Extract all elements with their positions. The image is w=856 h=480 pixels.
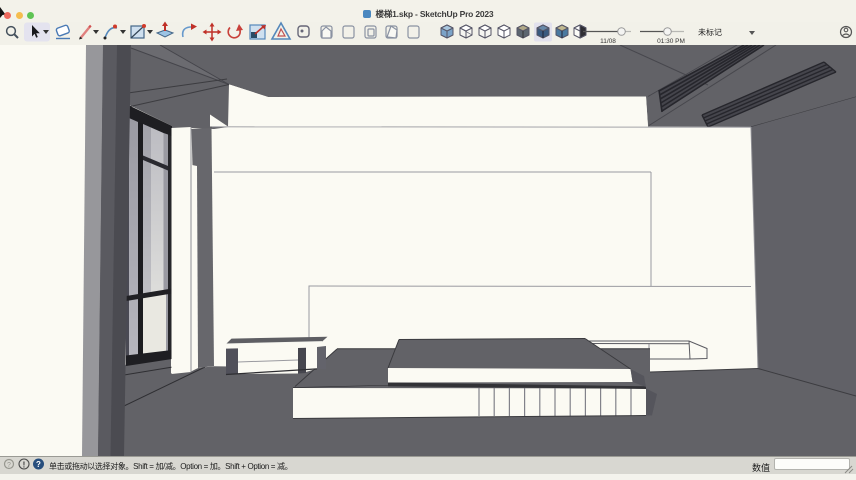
svg-text:01:30 PM: 01:30 PM (657, 38, 685, 45)
svg-text:11/08: 11/08 (600, 38, 616, 45)
svg-text:未标记: 未标记 (698, 27, 722, 37)
svg-text:?: ? (36, 460, 41, 469)
svg-text:?: ? (7, 462, 11, 469)
svg-text:!: ! (23, 461, 26, 470)
